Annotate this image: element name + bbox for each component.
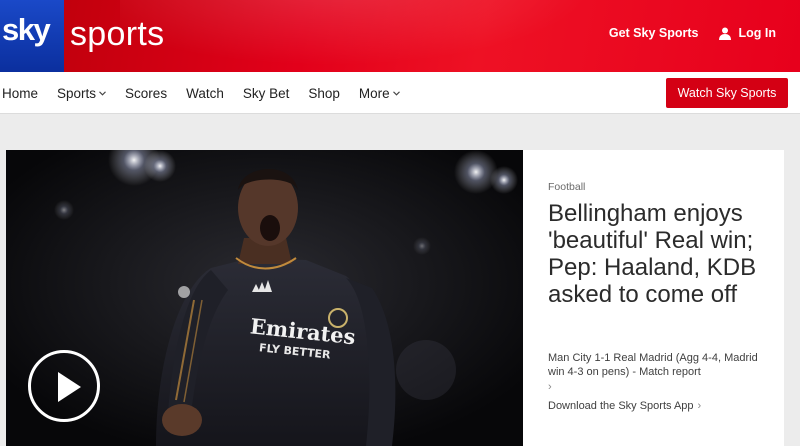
sky-logo[interactable]: sky	[0, 0, 64, 72]
download-link-label: Download the Sky Sports App	[548, 400, 694, 412]
user-icon	[718, 27, 731, 40]
story-headline[interactable]: Bellingham enjoys 'beautiful' Real win; …	[548, 200, 774, 308]
sky-logo-text: sky	[2, 12, 51, 47]
main-nav: Home Sports Scores Watch Sky Bet Shop Mo…	[0, 72, 800, 114]
site-header: sky sports Get Sky Sports Log In	[0, 0, 800, 72]
nav-item-label: Scores	[125, 86, 168, 101]
hero-video[interactable]: Emirates FLY BETTER	[6, 150, 523, 446]
nav-item-more[interactable]: More	[359, 86, 400, 101]
login-label: Log In	[738, 26, 777, 40]
chevron-right-icon: ›	[548, 381, 552, 393]
play-icon[interactable]	[28, 350, 100, 422]
nav-item-label: Home	[2, 86, 39, 101]
chevron-down-icon	[99, 91, 106, 96]
chevron-down-icon	[392, 91, 400, 96]
nav-item-label: Sky Bet	[242, 86, 290, 101]
sports-logo-text[interactable]: sports	[70, 15, 164, 54]
related-link-label: Man City 1-1 Real Madrid (Agg 4-4, Madri…	[548, 352, 758, 378]
nav-item-home[interactable]: Home	[2, 86, 38, 101]
nav-item-label: Shop	[308, 86, 340, 101]
header-links: Get Sky Sports Log In	[609, 26, 776, 40]
nav-item-watch[interactable]: Watch	[186, 86, 224, 101]
play-triangle	[58, 372, 81, 402]
hero-story-card: Emirates FLY BETTER Football Bellingham …	[6, 150, 784, 446]
nav-item-label: Watch	[186, 86, 224, 101]
nav-item-shop[interactable]: Shop	[308, 86, 340, 101]
nav-item-label: More	[358, 86, 390, 101]
login-link[interactable]: Log In	[718, 26, 777, 40]
chevron-right-icon: ›	[697, 400, 702, 412]
header-gradient-decoration	[120, 0, 640, 72]
nav-items: Home Sports Scores Watch Sky Bet Shop Mo…	[2, 86, 419, 101]
nav-item-scores[interactable]: Scores	[125, 86, 167, 101]
download-app-link[interactable]: Download the Sky Sports App ›	[548, 400, 701, 412]
nav-item-label: Sports	[57, 86, 97, 101]
story-text-panel: Football Bellingham enjoys 'beautiful' R…	[548, 150, 778, 446]
related-match-report-link[interactable]: Man City 1-1 Real Madrid (Agg 4-4, Madri…	[548, 351, 764, 394]
story-category[interactable]: Football	[548, 181, 585, 193]
nav-item-sky-bet[interactable]: Sky Bet	[243, 86, 290, 101]
nav-item-sports[interactable]: Sports	[57, 86, 106, 101]
watch-sky-sports-button[interactable]: Watch Sky Sports	[666, 78, 788, 108]
get-sky-sports-link[interactable]: Get Sky Sports	[609, 26, 699, 40]
